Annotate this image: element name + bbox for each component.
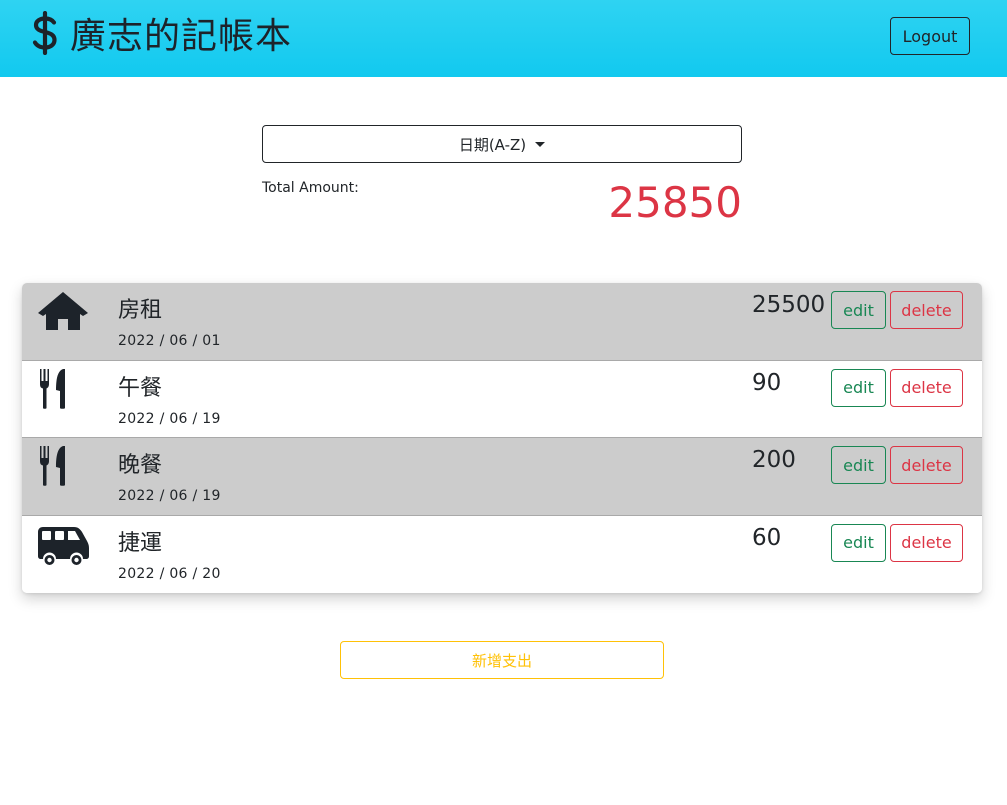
shuttle-van-icon <box>36 522 90 566</box>
record-amount: 200 <box>752 447 796 473</box>
edit-button[interactable]: edit <box>831 368 886 407</box>
record-amount: 60 <box>752 524 782 551</box>
brand[interactable]: 廣志的記帳本 <box>30 8 292 58</box>
record-date: 2022 / 06 / 19 <box>118 410 221 427</box>
delete-button[interactable]: delete <box>890 523 963 562</box>
record-date: 2022 / 06 / 20 <box>118 565 221 582</box>
record-row: 房租 2022 / 06 / 01 25500 edit delete <box>22 283 982 361</box>
app-title: 廣志的記帳本 <box>70 16 293 57</box>
record-row: 午餐 2022 / 06 / 19 90 edit delete <box>22 360 982 438</box>
record-name: 房租 <box>118 298 163 323</box>
record-date: 2022 / 06 / 19 <box>118 488 221 504</box>
edit-button[interactable]: edit <box>831 291 886 329</box>
record-date: 2022 / 06 / 01 <box>118 333 221 349</box>
edit-button[interactable]: edit <box>831 446 886 484</box>
record-amount: 90 <box>752 369 782 396</box>
delete-button[interactable]: delete <box>890 291 963 329</box>
sort-dropdown[interactable]: 日期(A-Z) <box>262 125 742 163</box>
logout-button[interactable]: Logout <box>890 17 970 55</box>
sort-dropdown-label: 日期(A-Z) <box>458 135 527 154</box>
record-amount: 25500 <box>752 292 826 318</box>
record-row: 捷運 2022 / 06 / 20 60 edit delete <box>22 515 982 593</box>
home-icon <box>36 289 90 333</box>
utensils-icon <box>36 444 90 488</box>
navbar: 廣志的記帳本 Logout <box>0 0 1007 77</box>
record-name: 晚餐 <box>118 453 163 478</box>
delete-button[interactable]: delete <box>890 446 963 484</box>
record-row: 晚餐 2022 / 06 / 19 200 edit delete <box>22 438 982 516</box>
delete-button[interactable]: delete <box>890 368 963 407</box>
total-amount-value: 25850 <box>608 178 742 227</box>
record-list: 房租 2022 / 06 / 01 25500 edit delete 午餐 2… <box>22 283 982 593</box>
edit-button[interactable]: edit <box>831 523 886 562</box>
utensils-icon <box>36 367 90 411</box>
record-name: 捷運 <box>118 530 163 556</box>
dollar-sign-icon <box>32 11 57 55</box>
total-amount-label: Total Amount: <box>262 180 359 196</box>
record-name: 午餐 <box>118 375 163 401</box>
add-expense-button[interactable]: 新增支出 <box>340 641 664 679</box>
caret-down-icon <box>535 141 546 147</box>
